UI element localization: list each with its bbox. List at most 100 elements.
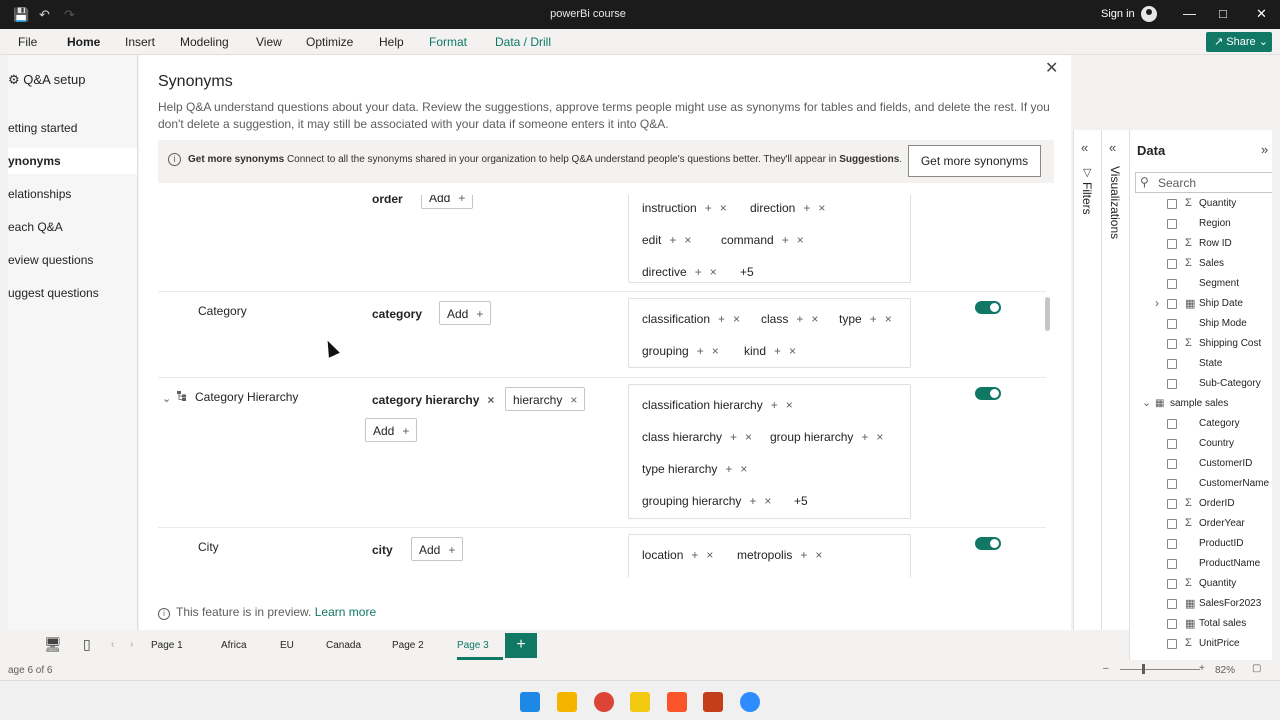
avatar-icon[interactable]: [1141, 6, 1157, 22]
plus-icon[interactable]: +: [771, 398, 778, 412]
tab-file[interactable]: File: [18, 35, 37, 49]
toggle-switch[interactable]: [975, 301, 1001, 314]
data-field[interactable]: Σ Shipping Cost: [1130, 335, 1272, 355]
chevron-down-icon[interactable]: ⌄: [1142, 396, 1151, 409]
tab-page-1[interactable]: Page 1: [151, 640, 183, 651]
scrollbar-thumb[interactable]: [1045, 297, 1050, 331]
add-synonym-button[interactable]: Add +: [421, 195, 474, 209]
checkbox[interactable]: [1167, 599, 1177, 609]
tab-page-2[interactable]: Page 2: [392, 640, 424, 651]
tab-africa[interactable]: Africa: [221, 640, 247, 651]
nav-relationships[interactable]: elationships: [8, 181, 137, 207]
maximize-icon[interactable]: □: [1219, 6, 1227, 21]
share-button[interactable]: ↗ Share ⌄: [1206, 32, 1272, 52]
add-synonym-button[interactable]: Add +: [365, 418, 418, 442]
data-field[interactable]: Σ Row ID: [1130, 235, 1272, 255]
suggestion-chip[interactable]: type + ×: [839, 312, 892, 326]
plus-icon[interactable]: +: [774, 344, 781, 358]
chevron-down-icon[interactable]: ⌄: [162, 392, 171, 405]
learn-more-link[interactable]: Learn more: [315, 605, 376, 619]
remove-icon[interactable]: ×: [706, 548, 713, 562]
search-input[interactable]: Search: [1135, 172, 1272, 193]
tab-eu[interactable]: EU: [280, 640, 294, 651]
filters-pane[interactable]: « ▽ Filters: [1073, 130, 1101, 630]
remove-icon[interactable]: ×: [745, 430, 752, 444]
next-page-icon[interactable]: ›: [130, 639, 133, 650]
remove-icon[interactable]: ×: [764, 494, 771, 508]
remove-icon[interactable]: ×: [797, 233, 804, 247]
plus-icon[interactable]: +: [725, 462, 732, 476]
data-field[interactable]: CustomerName: [1130, 475, 1272, 495]
suggestion-chip[interactable]: grouping hierarchy + ×: [642, 494, 771, 508]
mobile-view-icon[interactable]: ▯: [83, 636, 91, 653]
nav-review-questions[interactable]: eview questions: [8, 247, 137, 273]
data-field[interactable]: ProductName: [1130, 555, 1272, 575]
prev-page-icon[interactable]: ‹: [111, 639, 114, 650]
collapse-right-icon[interactable]: »: [1261, 142, 1268, 157]
checkbox[interactable]: [1167, 259, 1177, 269]
remove-icon[interactable]: ×: [487, 393, 494, 407]
checkbox[interactable]: [1167, 219, 1177, 229]
data-field[interactable]: ProductID: [1130, 535, 1272, 555]
toggle-switch[interactable]: [975, 537, 1001, 550]
suggestion-chip[interactable]: instruction + ×: [642, 201, 727, 215]
checkbox[interactable]: [1167, 279, 1177, 289]
get-more-synonyms-button[interactable]: Get more synonyms: [908, 145, 1041, 177]
desktop-view-icon[interactable]: 🖥: [44, 636, 62, 653]
suggestion-chip[interactable]: classification + ×: [642, 312, 740, 326]
tab-insert[interactable]: Insert: [125, 35, 155, 49]
collapse-left-icon[interactable]: «: [1081, 140, 1088, 155]
tab-canada[interactable]: Canada: [326, 640, 361, 651]
checkbox[interactable]: [1167, 419, 1177, 429]
zoom-slider[interactable]: [1120, 669, 1200, 670]
chrome-icon[interactable]: [594, 692, 614, 712]
plus-icon[interactable]: +: [800, 548, 807, 562]
suggestion-chip[interactable]: edit + ×: [642, 233, 691, 247]
table-sample-sales[interactable]: ⌄ ▦ sample sales: [1130, 395, 1272, 415]
data-field[interactable]: Σ Sales: [1130, 255, 1272, 275]
remove-icon[interactable]: ×: [815, 548, 822, 562]
data-field[interactable]: ▦ Total sales: [1130, 615, 1272, 635]
checkbox[interactable]: [1167, 619, 1177, 629]
checkbox[interactable]: [1167, 319, 1177, 329]
tab-data-drill[interactable]: Data / Drill: [495, 35, 551, 49]
data-field[interactable]: Σ OrderYear: [1130, 515, 1272, 535]
add-synonym-button[interactable]: Add +: [439, 301, 492, 325]
tab-page-3[interactable]: Page 3: [457, 640, 489, 651]
plus-icon[interactable]: +: [697, 344, 704, 358]
remove-icon[interactable]: ×: [684, 233, 691, 247]
suggestion-chip[interactable]: kind + ×: [744, 344, 796, 358]
suggestion-chip[interactable]: directive + ×: [642, 265, 717, 279]
data-field[interactable]: Country: [1130, 435, 1272, 455]
sign-in-link[interactable]: Sign in: [1101, 8, 1135, 20]
remove-icon[interactable]: ×: [570, 393, 577, 407]
plus-icon[interactable]: +: [730, 430, 737, 444]
toggle-switch[interactable]: [975, 387, 1001, 400]
zoom-in-icon[interactable]: +: [1199, 663, 1205, 674]
tab-home[interactable]: Home: [67, 35, 100, 49]
data-field[interactable]: Category: [1130, 415, 1272, 435]
plus-icon[interactable]: +: [870, 312, 877, 326]
plus-icon[interactable]: +: [749, 494, 756, 508]
file-explorer-icon[interactable]: [557, 692, 577, 712]
nav-teach-qa[interactable]: each Q&A: [8, 214, 137, 240]
checkbox[interactable]: [1167, 519, 1177, 529]
data-field[interactable]: Region: [1130, 215, 1272, 235]
chevron-right-icon[interactable]: ›: [1155, 296, 1159, 310]
powerpoint-icon[interactable]: [703, 692, 723, 712]
suggestion-chip[interactable]: classification hierarchy + ×: [642, 398, 793, 412]
remove-icon[interactable]: ×: [786, 398, 793, 412]
zoom-slider-knob[interactable]: [1142, 664, 1145, 674]
tab-format[interactable]: Format: [429, 35, 467, 49]
data-field[interactable]: › ▦ Ship Date: [1130, 295, 1272, 315]
suggestion-chip[interactable]: direction + ×: [750, 201, 825, 215]
remove-icon[interactable]: ×: [811, 312, 818, 326]
checkbox[interactable]: [1167, 639, 1177, 649]
remove-icon[interactable]: ×: [818, 201, 825, 215]
suggestion-chip[interactable]: type hierarchy + ×: [642, 462, 747, 476]
remove-icon[interactable]: ×: [876, 430, 883, 444]
checkbox[interactable]: [1167, 439, 1177, 449]
checkbox[interactable]: [1167, 199, 1177, 209]
data-field[interactable]: Σ Quantity: [1130, 575, 1272, 595]
plus-icon[interactable]: +: [691, 548, 698, 562]
